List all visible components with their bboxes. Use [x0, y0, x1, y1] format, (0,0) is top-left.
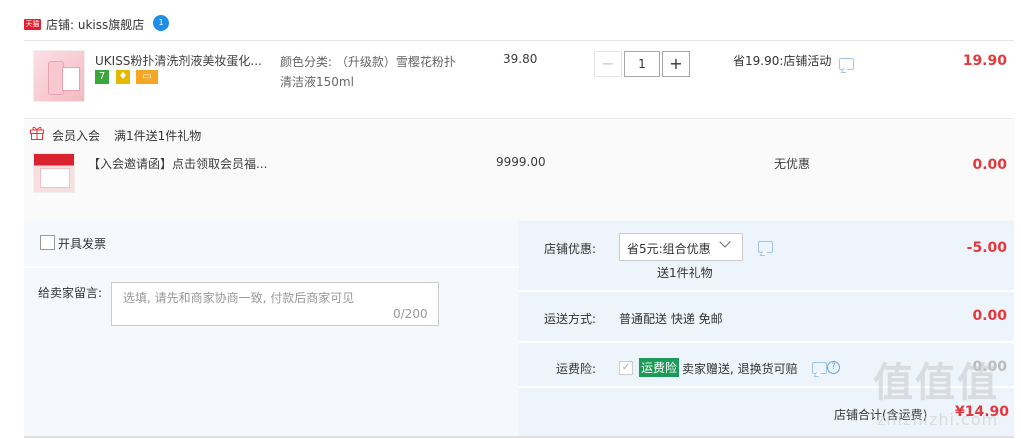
shipping-amount: 0.00	[972, 308, 1007, 324]
shipping-label: 运送方式:	[544, 312, 597, 326]
product-image[interactable]	[33, 50, 85, 102]
quantity-input[interactable]: 1	[624, 51, 660, 77]
gift-discount: 无优惠	[774, 157, 811, 171]
divider	[24, 436, 1014, 438]
insurance-info-icon[interactable]	[812, 362, 827, 374]
wangwang-chat-icon[interactable]: 1	[153, 15, 169, 31]
shop-name[interactable]: 店铺: ukiss旗舰店	[46, 16, 144, 33]
guarantee-icon: ♦	[116, 70, 130, 84]
insurance-text: 卖家赠送, 退换货可赔	[682, 362, 798, 376]
shipping-method: 普通配送 快递 免邮	[619, 312, 723, 326]
seven-day-return-icon: 7	[95, 70, 109, 84]
invoice-checkbox[interactable]	[40, 235, 55, 250]
gift-product-title[interactable]: 【入会邀请函】点击领取会员福...	[88, 155, 267, 172]
divider	[24, 40, 1014, 41]
insurance-label: 运费险:	[556, 362, 597, 376]
divider	[519, 341, 1014, 343]
divider	[519, 290, 1014, 292]
sku-info: 颜色分类: （升级款）雪樱花粉扑 清洁液150ml	[280, 52, 470, 92]
watermark-logo: 值值值	[873, 359, 999, 406]
sku-line-2: 清洁液150ml	[280, 75, 354, 89]
watermark-domain: zhizhizhi.com	[877, 410, 999, 429]
coupon-info-icon[interactable]	[758, 241, 773, 253]
divider	[24, 266, 519, 268]
gift-product-image[interactable]	[33, 153, 75, 193]
coupon-selected[interactable]: 省5元:组合优惠	[627, 240, 711, 257]
promo-text: 省19.90:店铺活动	[733, 54, 832, 68]
invoice-label[interactable]: 开具发票	[58, 235, 106, 252]
card-graphic	[40, 168, 70, 188]
gift-subtotal: 0.00	[972, 157, 1007, 173]
gift-unit-price: 9999.00	[496, 155, 546, 169]
quantity-increase-button[interactable]: +	[662, 51, 690, 77]
insurance-badge: 运费险	[639, 358, 680, 377]
divider	[24, 118, 1014, 119]
credit-card-icon: ▭	[136, 70, 158, 84]
memo-char-count: 0/200	[393, 307, 428, 321]
gift-label: 会员入会	[52, 129, 101, 143]
tmall-badge: 天猫	[24, 19, 41, 30]
item-subtotal: 19.90	[962, 53, 1007, 69]
quantity-decrease-button[interactable]: −	[594, 51, 622, 77]
memo-label: 给卖家留言:	[38, 286, 103, 300]
gift-rule: 满1件送1件礼物	[114, 129, 202, 143]
coupon-label: 店铺优惠:	[544, 242, 597, 256]
coupon-amount: -5.00	[966, 240, 1007, 256]
gift-icon	[30, 126, 44, 140]
insurance-checkbox[interactable]: ✓	[619, 361, 633, 375]
sku-line-1: 颜色分类: （升级款）雪樱花粉扑	[280, 55, 456, 69]
memo-placeholder: 选填, 请先和商家协商一致, 付款后商家可见	[123, 291, 355, 305]
promo-info-icon[interactable]	[839, 58, 854, 70]
watermark: 值值值 zhizhizhi.com	[873, 350, 1013, 439]
help-icon[interactable]: ?	[827, 361, 840, 374]
coupon-gift-note: 送1件礼物	[657, 266, 713, 280]
unit-price: 39.80	[503, 52, 538, 66]
box-graphic	[62, 67, 80, 91]
product-title[interactable]: UKISS粉扑清洗剂液美妆蛋化...	[95, 52, 270, 69]
